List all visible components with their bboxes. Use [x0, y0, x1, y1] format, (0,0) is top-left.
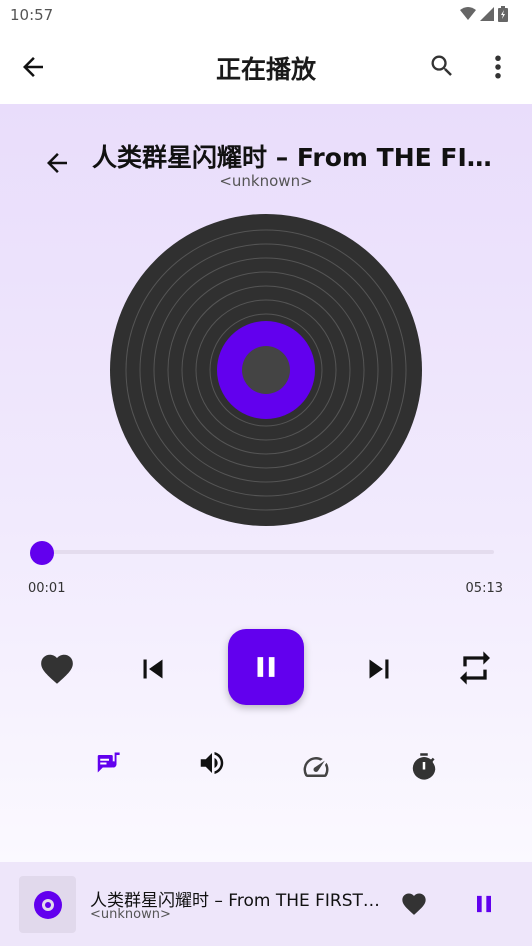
status-icons — [460, 6, 508, 22]
pause-button[interactable] — [228, 629, 304, 705]
more-vert-icon[interactable] — [488, 52, 508, 82]
lyrics-icon[interactable] — [94, 750, 124, 780]
app-bar: 正在播放 — [0, 30, 532, 104]
seek-bar-thumb[interactable] — [30, 541, 54, 565]
skip-previous-icon[interactable] — [134, 650, 172, 688]
mini-pause-icon[interactable] — [470, 890, 498, 918]
seek-bar[interactable] — [42, 550, 494, 554]
song-title: 人类群星闪耀时 – From THE FIRST TAKE — [92, 143, 502, 172]
favorite-icon[interactable] — [38, 650, 76, 688]
total-time: 05:13 — [465, 581, 503, 596]
now-playing-panel: 人类群星闪耀时 – From THE FIRST TAKE <unknown> … — [0, 104, 532, 862]
search-icon[interactable] — [428, 52, 456, 80]
speed-icon[interactable] — [301, 752, 331, 782]
timer-icon[interactable] — [409, 752, 439, 782]
status-time: 10:57 — [10, 6, 54, 24]
vinyl-record-art — [110, 214, 422, 526]
wifi-icon — [460, 7, 476, 20]
mini-favorite-icon[interactable] — [400, 890, 428, 918]
current-time: 00:01 — [28, 581, 66, 596]
disc-icon — [33, 890, 62, 919]
song-artist: <unknown> — [219, 172, 313, 190]
mini-song-artist: <unknown> — [90, 907, 171, 922]
mini-player[interactable]: 人类群星闪耀时 – From THE FIRST TAKE <unknown> — [0, 862, 532, 946]
volume-icon[interactable] — [197, 748, 227, 778]
battery-icon — [498, 6, 508, 22]
skip-next-icon[interactable] — [360, 650, 398, 688]
pause-icon — [257, 657, 275, 677]
status-bar: 10:57 — [0, 0, 532, 30]
repeat-icon[interactable] — [455, 648, 495, 688]
signal-icon — [480, 7, 494, 21]
mini-cover-art — [19, 876, 76, 933]
